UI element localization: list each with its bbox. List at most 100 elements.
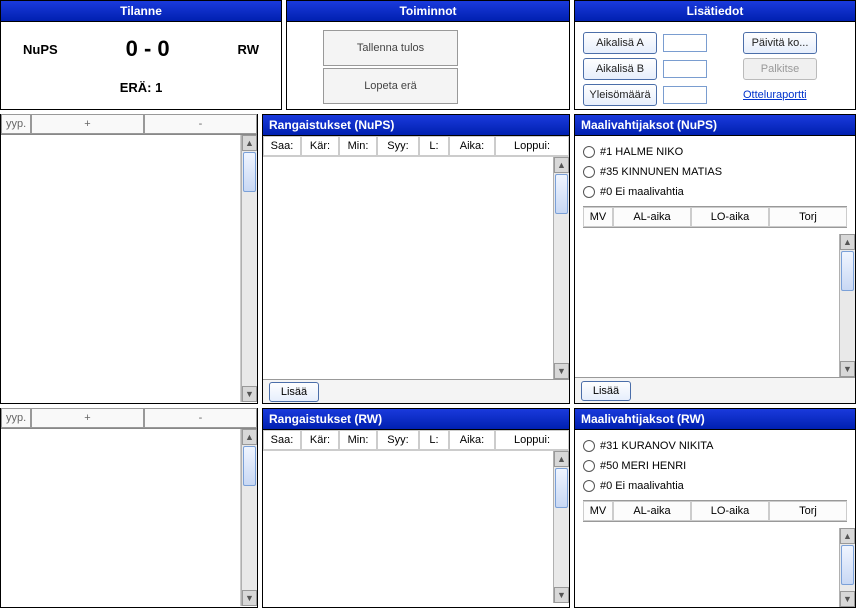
scroll-thumb[interactable] xyxy=(555,174,568,214)
attendance-button[interactable]: Yleisömäärä xyxy=(583,84,657,106)
actions-panel: Toiminnot Tallenna tulos Lopeta erä xyxy=(286,0,570,110)
roster-col-yyp[interactable]: yyp. xyxy=(1,408,31,428)
scroll-up-icon[interactable]: ▲ xyxy=(840,234,855,250)
goalie-b-option-1[interactable]: #50 MERI HENRI xyxy=(583,456,847,476)
roster-col-plus[interactable]: + xyxy=(31,114,144,134)
penalties-b-scrollbar[interactable]: ▲ ▼ xyxy=(553,451,569,603)
goalie-b-option-2[interactable]: #0 Ei maalivahtia xyxy=(583,476,847,496)
pen-col-saa[interactable]: Saa: xyxy=(263,430,301,450)
attendance-input[interactable] xyxy=(663,86,707,104)
pen-col-min[interactable]: Min: xyxy=(339,430,377,450)
goalie-col-lo[interactable]: LO-aika xyxy=(691,207,769,227)
goalie-a-option-1-label: #35 KINNUNEN MATIAS xyxy=(600,166,722,178)
pen-col-syy[interactable]: Syy: xyxy=(377,430,419,450)
save-result-button[interactable]: Tallenna tulos xyxy=(323,30,458,66)
pen-col-saa[interactable]: Saa: xyxy=(263,136,301,156)
end-period-button[interactable]: Lopeta erä xyxy=(323,68,458,104)
penalties-a-title: Rangaistukset (NuPS) xyxy=(263,115,569,136)
scroll-up-icon[interactable]: ▲ xyxy=(242,135,257,151)
goalie-col-torj[interactable]: Torj xyxy=(769,501,847,521)
goalie-a-scrollbar[interactable]: ▲ ▼ xyxy=(839,234,855,377)
reward-button[interactable]: Palkitse xyxy=(743,58,817,80)
goalie-a-title: Maalivahtijaksot (NuPS) xyxy=(575,115,855,136)
pen-col-l[interactable]: L: xyxy=(419,136,449,156)
timeout-a-input[interactable] xyxy=(663,34,707,52)
penalties-b-title: Rangaistukset (RW) xyxy=(263,409,569,430)
pen-col-syy[interactable]: Syy: xyxy=(377,136,419,156)
timeout-a-button[interactable]: Aikalisä A xyxy=(583,32,657,54)
pen-col-min[interactable]: Min: xyxy=(339,136,377,156)
pen-col-kar[interactable]: Kär: xyxy=(301,430,339,450)
goalie-col-al[interactable]: AL-aika xyxy=(613,207,691,227)
roster-a-list xyxy=(1,135,241,402)
radio-icon[interactable] xyxy=(583,186,595,198)
roster-col-yyp[interactable]: yyp. xyxy=(1,114,31,134)
roster-b-head: yyp. + - xyxy=(1,408,257,429)
goalie-a-panel: Maalivahtijaksot (NuPS) #1 HALME NIKO #3… xyxy=(574,114,856,404)
goalie-b-option-0-label: #31 KURANOV NIKITA xyxy=(600,440,714,452)
scroll-down-icon[interactable]: ▼ xyxy=(242,590,257,606)
scroll-down-icon[interactable]: ▼ xyxy=(554,363,569,379)
roster-a-scrollbar[interactable]: ▲ ▼ xyxy=(241,135,257,402)
scroll-up-icon[interactable]: ▲ xyxy=(554,451,569,467)
scroll-up-icon[interactable]: ▲ xyxy=(554,157,569,173)
match-report-link[interactable]: Otteluraportti xyxy=(743,89,807,101)
pen-col-loppui[interactable]: Loppui: xyxy=(495,136,569,156)
goalie-col-lo[interactable]: LO-aika xyxy=(691,501,769,521)
penalties-a-scrollbar[interactable]: ▲ ▼ xyxy=(553,157,569,379)
scroll-thumb[interactable] xyxy=(243,446,256,486)
refresh-roster-button[interactable]: Päivitä ko... xyxy=(743,32,817,54)
scroll-up-icon[interactable]: ▲ xyxy=(840,528,855,544)
radio-icon[interactable] xyxy=(583,146,595,158)
scroll-thumb[interactable] xyxy=(841,251,854,291)
goalie-b-option-2-label: #0 Ei maalivahtia xyxy=(600,480,684,492)
radio-icon[interactable] xyxy=(583,480,595,492)
penalties-b-head: Saa: Kär: Min: Syy: L: Aika: Loppui: xyxy=(263,430,569,451)
pen-col-l[interactable]: L: xyxy=(419,430,449,450)
roster-col-plus[interactable]: + xyxy=(31,408,144,428)
goalie-a-option-1[interactable]: #35 KINNUNEN MATIAS xyxy=(583,162,847,182)
pen-col-aika[interactable]: Aika: xyxy=(449,136,495,156)
roster-col-minus[interactable]: - xyxy=(144,114,257,134)
timeout-b-button[interactable]: Aikalisä B xyxy=(583,58,657,80)
goalie-b-option-0[interactable]: #31 KURANOV NIKITA xyxy=(583,436,847,456)
period-label: ERÄ: 1 xyxy=(1,80,281,95)
roster-col-minus[interactable]: - xyxy=(144,408,257,428)
radio-icon[interactable] xyxy=(583,440,595,452)
scroll-thumb[interactable] xyxy=(243,152,256,192)
pen-col-aika[interactable]: Aika: xyxy=(449,430,495,450)
extra-info-body: Aikalisä A Päivitä ko... Aikalisä B Palk… xyxy=(575,22,855,109)
timeout-b-input[interactable] xyxy=(663,60,707,78)
goalie-a-add-button[interactable]: Lisää xyxy=(581,381,631,401)
goalie-a-list xyxy=(575,234,839,377)
goalie-b-list xyxy=(575,528,839,607)
radio-icon[interactable] xyxy=(583,166,595,178)
goalie-b-title: Maalivahtijaksot (RW) xyxy=(575,409,855,430)
roster-b-scrollbar[interactable]: ▲ ▼ xyxy=(241,429,257,606)
scroll-down-icon[interactable]: ▼ xyxy=(554,587,569,603)
goalie-col-mv[interactable]: MV xyxy=(583,501,613,521)
penalties-b-list xyxy=(263,451,553,603)
goalie-col-torj[interactable]: Torj xyxy=(769,207,847,227)
goalie-a-options: #1 HALME NIKO #35 KINNUNEN MATIAS #0 Ei … xyxy=(575,136,855,234)
scroll-thumb[interactable] xyxy=(555,468,568,508)
goalie-b-panel: Maalivahtijaksot (RW) #31 KURANOV NIKITA… xyxy=(574,408,856,608)
roster-a-head: yyp. + - xyxy=(1,114,257,135)
pen-col-kar[interactable]: Kär: xyxy=(301,136,339,156)
penalties-a-add-button[interactable]: Lisää xyxy=(269,382,319,402)
scroll-down-icon[interactable]: ▼ xyxy=(840,361,855,377)
goalie-b-option-1-label: #50 MERI HENRI xyxy=(600,460,686,472)
pen-col-loppui[interactable]: Loppui: xyxy=(495,430,569,450)
roster-a-panel: yyp. + - ▲ ▼ xyxy=(0,114,258,404)
radio-icon[interactable] xyxy=(583,460,595,472)
scroll-down-icon[interactable]: ▼ xyxy=(242,386,257,402)
scroll-down-icon[interactable]: ▼ xyxy=(840,591,855,607)
goalie-col-al[interactable]: AL-aika xyxy=(613,501,691,521)
penalties-a-list xyxy=(263,157,553,379)
goalie-a-option-0[interactable]: #1 HALME NIKO xyxy=(583,142,847,162)
scroll-up-icon[interactable]: ▲ xyxy=(242,429,257,445)
goalie-b-scrollbar[interactable]: ▲ ▼ xyxy=(839,528,855,607)
goalie-a-option-2[interactable]: #0 Ei maalivahtia xyxy=(583,182,847,202)
goalie-col-mv[interactable]: MV xyxy=(583,207,613,227)
scroll-thumb[interactable] xyxy=(841,545,854,585)
